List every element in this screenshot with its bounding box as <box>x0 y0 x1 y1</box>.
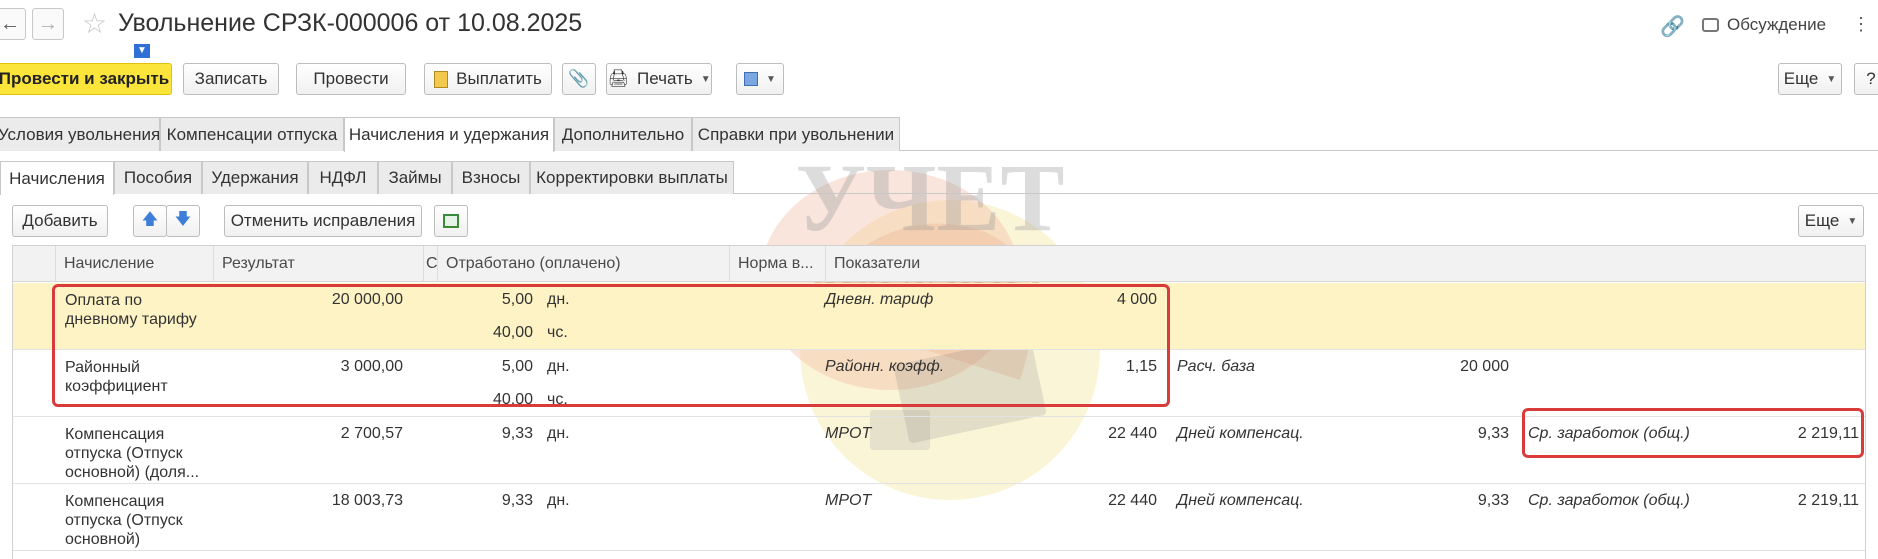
grid-more-button[interactable]: Еще ▼ <box>1798 205 1864 237</box>
table-row[interactable]: Компенсация отпуска (Отпуск основной) 18… <box>13 484 1865 551</box>
cell-indicator1-value: 22 440 <box>1108 492 1157 509</box>
cell-accrual: Компенсация отпуска (Отпуск основной) <box>65 493 183 548</box>
cell-indicator2-name: Расч. база <box>1177 358 1255 375</box>
move-up-button[interactable]: 🡅 <box>133 205 167 237</box>
page-title: Увольнение СРЗК-000006 от 10.08.2025 <box>118 9 583 37</box>
cell-days: 9,33 <box>501 425 533 442</box>
create-based-button[interactable]: ▼ <box>736 63 784 95</box>
cell-days-unit: дн. <box>547 492 570 509</box>
print-button[interactable]: 🖨 Печать ▼ <box>606 63 712 95</box>
printer-icon: 🖨 <box>607 69 629 88</box>
add-button[interactable]: Добавить <box>12 205 108 237</box>
tab-vacation-compensation[interactable]: Компенсации отпуска <box>160 117 344 151</box>
cell-days: 9,33 <box>501 492 533 509</box>
forward-button[interactable]: → <box>32 8 64 40</box>
kebab-menu-icon[interactable]: ⋮ <box>1852 14 1870 35</box>
header-result[interactable]: Результат <box>213 246 423 282</box>
table-header: Начисление Результат С Отработано (оплач… <box>13 246 1865 282</box>
back-button[interactable]: ← <box>0 8 26 40</box>
cell-indicator2-name: Дней компенсац. <box>1177 425 1304 442</box>
cell-indicator3-value: 2 219,11 <box>1797 492 1859 509</box>
tab-additional[interactable]: Дополнительно <box>554 117 692 151</box>
header-accrual[interactable]: Начисление <box>55 246 213 282</box>
arrow-up-icon: 🡅 <box>141 210 159 228</box>
tab-dismissal-conditions[interactable]: Условия увольнения <box>0 117 160 151</box>
tab-contributions[interactable]: Взносы <box>452 161 530 194</box>
tab-deductions[interactable]: Удержания <box>202 161 308 194</box>
move-down-button[interactable]: 🡇 <box>166 205 200 237</box>
grid-more-label: Еще <box>1804 211 1840 230</box>
cell-indicator2-value: 20 000 <box>1460 358 1509 375</box>
more-button[interactable]: Еще ▼ <box>1778 63 1842 95</box>
save-button[interactable]: Записать <box>183 63 279 95</box>
tab-payment-corrections[interactable]: Корректировки выплаты <box>530 161 734 194</box>
cell-indicator1-value: 22 440 <box>1108 425 1157 442</box>
pay-label: Выплатить <box>456 69 542 88</box>
discuss-button[interactable]: Обсуждение <box>1702 15 1826 35</box>
print-label: Печать <box>636 69 693 88</box>
cell-indicator1-name: МРОТ <box>825 425 872 442</box>
pay-button[interactable]: Выплатить <box>424 63 552 95</box>
post-close-button[interactable]: Провести и закрыть <box>0 63 172 95</box>
header-indicators[interactable]: Показатели <box>825 246 1865 282</box>
dropdown-marker-icon[interactable]: ▼ <box>134 44 150 58</box>
cell-indicator2-name: Дней компенсац. <box>1177 492 1304 509</box>
chevron-down-icon: ▼ <box>1826 73 1837 85</box>
main-tabs: Условия увольнения Компенсации отпуска Н… <box>0 117 1878 152</box>
paperclip-icon: 📎 <box>568 69 590 88</box>
tab-benefits[interactable]: Пособия <box>114 161 202 194</box>
create-based-icon <box>744 72 759 86</box>
table-add-icon <box>443 214 459 228</box>
document-icon <box>434 70 449 88</box>
attach-button[interactable]: 📎 <box>562 63 596 95</box>
tab-accruals[interactable]: Начисления <box>0 161 114 195</box>
title-bar: ← → ☆ Увольнение СРЗК-000006 от 10.08.20… <box>0 0 1878 50</box>
help-button[interactable]: ? <box>1854 63 1878 95</box>
cell-indicator1-name: МРОТ <box>825 492 872 509</box>
header-row-marker <box>13 246 55 282</box>
tab-loans[interactable]: Займы <box>378 161 452 194</box>
tab-ndfl[interactable]: НДФЛ <box>308 161 378 194</box>
cell-indicator2-value: 9,33 <box>1477 425 1509 442</box>
highlight-frame-accruals <box>52 284 1170 407</box>
sub-tabs: Начисления Пособия Удержания НДФЛ Займы … <box>0 161 1878 195</box>
arrow-right-icon: → <box>38 12 58 35</box>
arrow-down-icon: 🡇 <box>174 210 192 228</box>
chevron-down-icon: ▼ <box>700 73 711 85</box>
cell-accrual: Компенсация отпуска (Отпуск основной) (д… <box>65 426 200 481</box>
table-settings-button[interactable] <box>434 205 468 237</box>
post-button[interactable]: Провести <box>296 63 406 95</box>
star-icon[interactable]: ☆ <box>82 9 107 39</box>
tab-accruals-deductions[interactable]: Начисления и удержания <box>344 117 554 152</box>
cell-result: 18 003,73 <box>331 492 403 509</box>
discuss-label: Обсуждение <box>1727 15 1827 34</box>
tab-dismissal-certificates[interactable]: Справки при увольнении <box>692 117 900 151</box>
header-c[interactable]: С <box>423 246 437 282</box>
cell-indicator2-value: 9,33 <box>1477 492 1509 509</box>
chat-icon <box>1702 18 1719 32</box>
cell-indicator3-name: Ср. заработок (общ.) <box>1528 492 1690 509</box>
header-norm[interactable]: Норма в... <box>729 246 825 282</box>
cancel-fix-button[interactable]: Отменить исправления <box>224 205 422 237</box>
link-icon[interactable]: 🔗 <box>1660 14 1685 39</box>
chevron-down-icon: ▼ <box>1847 215 1858 227</box>
chevron-down-icon: ▼ <box>766 73 776 85</box>
highlight-frame-avg-earnings <box>1522 408 1864 458</box>
cell-days-unit: дн. <box>547 425 570 442</box>
cell-result: 2 700,57 <box>340 425 403 442</box>
arrow-left-icon: ← <box>0 12 20 35</box>
more-label: Еще <box>1783 69 1819 88</box>
header-worked[interactable]: Отработано (оплачено) <box>437 246 729 282</box>
